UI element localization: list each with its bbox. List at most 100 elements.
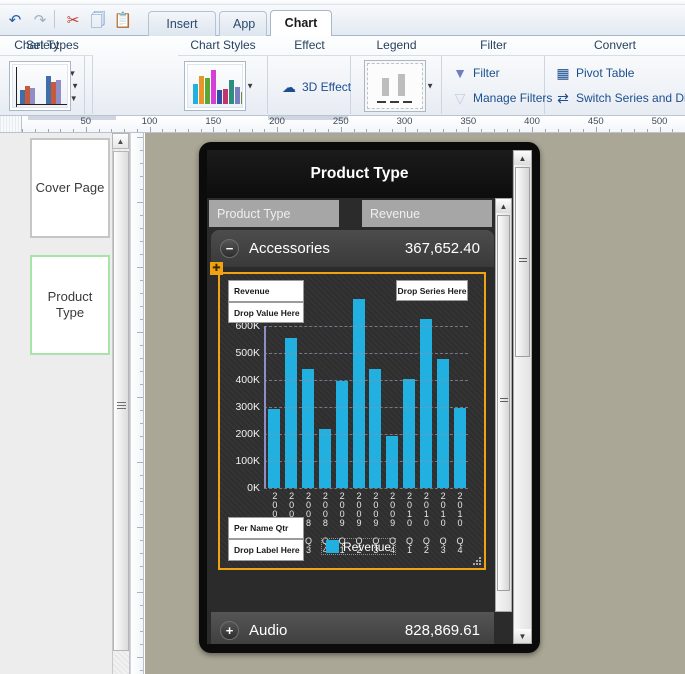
vertical-ruler[interactable] [130, 133, 144, 674]
ruler-tick [140, 176, 143, 177]
tab-insert[interactable]: Insert [148, 11, 216, 36]
chart-bar[interactable] [302, 369, 315, 488]
tab-app[interactable]: App [219, 11, 267, 36]
inner-scrollbar-thumb[interactable] [497, 215, 510, 591]
pages-scroll-up-button[interactable]: ▲ [112, 133, 129, 149]
chart-legend[interactable]: Revenue [321, 538, 397, 555]
ruler-tick [124, 129, 125, 132]
dropzone-value-field[interactable]: Revenue [228, 280, 304, 302]
x-axis-tick-label: 2008 Q3 [303, 491, 314, 554]
ribbon-group-convert: Convert ▦ Pivot Table ⇄ Switch Series an… [545, 36, 685, 116]
ruler-tick [140, 670, 143, 671]
ruler-tick [595, 127, 597, 132]
ruler-tick [238, 129, 240, 132]
page-thumbnail-label: Product Type [47, 288, 93, 320]
expand-icon[interactable]: + [220, 620, 239, 640]
x-axis-tick-label: 2010 Q4 [455, 491, 466, 554]
chart-types-dropdown-icon[interactable]: ▼ [71, 82, 79, 91]
horizontal-ruler[interactable]: 50 100 150 200 250 300 350 400 450 500 [0, 116, 685, 133]
column-header-revenue[interactable]: Revenue [362, 200, 492, 227]
ruler-tick [60, 129, 62, 132]
page-scroll-up-button[interactable]: ▲ [514, 151, 531, 165]
switch-series-button[interactable]: ⇄ Switch Series and Dime [554, 89, 685, 107]
chart-bar[interactable] [436, 358, 449, 488]
chart-bar[interactable] [386, 436, 399, 488]
ribbon-tab-strip: ↶ ↷ ✂ 🗍 📋 Insert App Chart [0, 0, 685, 36]
column-header-product-type[interactable]: Product Type [209, 200, 339, 227]
dropzone-drop-series-here[interactable]: Drop Series Here [396, 280, 468, 301]
tab-chart[interactable]: Chart [270, 10, 332, 36]
ruler-tick [136, 129, 138, 132]
grid-line [264, 353, 468, 354]
ruler-tick [417, 129, 419, 132]
chart-bar[interactable] [419, 318, 432, 488]
pages-scrollbar-thumb[interactable] [113, 151, 129, 651]
inner-scroll-up-button[interactable]: ▲ [496, 199, 511, 213]
inner-list-scrollbar[interactable]: ▲ [495, 198, 512, 612]
chart-bar[interactable] [318, 428, 331, 488]
ruler-number: 450 [587, 116, 604, 127]
chart-bar[interactable] [285, 337, 298, 488]
ruler-corner [0, 116, 22, 132]
ruler-tick [140, 488, 143, 489]
ruler-tick [34, 129, 36, 132]
redo-icon[interactable]: ↷ [29, 9, 51, 31]
legend-gallery[interactable]: ▼ [364, 60, 434, 112]
pages-scrollbar-track[interactable] [112, 149, 129, 674]
legend-dropdown-icon[interactable]: ▼ [426, 82, 434, 91]
ruler-tick [137, 657, 143, 658]
ribbon-group-chart-styles: Chart Styles ▼ [178, 36, 268, 116]
copy-icon[interactable]: 🗍 [87, 9, 109, 31]
group-row-value: 367,652.40 [404, 240, 480, 257]
page-scrollbar-thumb[interactable] [515, 167, 530, 357]
ruler-number: 250 [332, 116, 349, 127]
group-row-accessories[interactable]: − Accessories 367,652.40 [211, 230, 494, 267]
undo-icon[interactable]: ↶ [4, 9, 26, 31]
dropzone-drop-label-here[interactable]: Drop Label Here [228, 539, 304, 561]
ruler-tick [140, 618, 143, 619]
chart-styles-gallery[interactable]: ▼ [184, 61, 254, 111]
resize-grip-icon[interactable] [473, 557, 482, 566]
chart-bar[interactable] [369, 369, 382, 488]
ruler-tick [140, 449, 143, 450]
move-handle[interactable]: ✚ [210, 262, 223, 275]
3d-effect-button[interactable]: ☁ 3D Effect [280, 78, 351, 96]
design-canvas[interactable]: Product Type Product Type Revenue − Acce… [145, 133, 685, 674]
group-header-rule [351, 55, 442, 56]
ruler-tick [481, 129, 482, 132]
dropzone-label-field[interactable]: Per Name Qtr [228, 517, 304, 539]
chart-styles-dropdown-icon[interactable]: ▼ [246, 82, 254, 91]
ruler-tick [532, 127, 533, 132]
ruler-tick [140, 150, 143, 151]
ruler-tick [544, 129, 546, 132]
grid-line [264, 407, 468, 408]
3d-effect-label: 3D Effect [302, 80, 352, 94]
ruler-number: 50 [80, 116, 92, 127]
ruler-tick [672, 129, 674, 132]
ruler-tick [468, 127, 470, 132]
manage-filters-button[interactable]: ▽ Manage Filters [451, 89, 553, 107]
chart-types-gallery[interactable]: ▼ [9, 61, 79, 111]
device-screen: Product Type Product Type Revenue − Acce… [207, 150, 532, 644]
page-thumbnail-product-type[interactable]: Product Type [30, 255, 110, 355]
page-scrollbar[interactable]: ▲ ▼ [513, 150, 532, 644]
filter-button[interactable]: ▼ Filter [451, 64, 500, 82]
group-row-audio[interactable]: + Audio 828,869.61 [211, 612, 494, 644]
ruler-tick [583, 129, 584, 132]
pivot-table-button[interactable]: ▦ Pivot Table [554, 64, 634, 82]
cut-icon[interactable]: ✂ [62, 9, 84, 31]
ruler-tick [140, 384, 143, 385]
page-thumbnail-cover-page[interactable]: Cover Page [30, 138, 110, 238]
chart-bar[interactable] [268, 408, 281, 488]
page-scroll-down-button[interactable]: ▼ [514, 629, 531, 643]
ribbon-group-legend: Legend ▼ [351, 36, 442, 116]
dropzone-drop-value-here[interactable]: Drop Value Here [228, 302, 304, 323]
chart-widget[interactable]: 2008 Q12008 Q22008 Q32008 Q42009 Q12009 … [218, 272, 486, 570]
collapse-icon[interactable]: − [220, 239, 239, 258]
group-title-chart-types: Chart Types [14, 38, 79, 52]
ruler-tick [328, 129, 329, 132]
ruler-number: 500 [651, 116, 668, 127]
paste-icon[interactable]: 📋 [112, 9, 134, 31]
chart-bar[interactable] [453, 408, 466, 488]
chart-bar[interactable] [352, 299, 365, 488]
